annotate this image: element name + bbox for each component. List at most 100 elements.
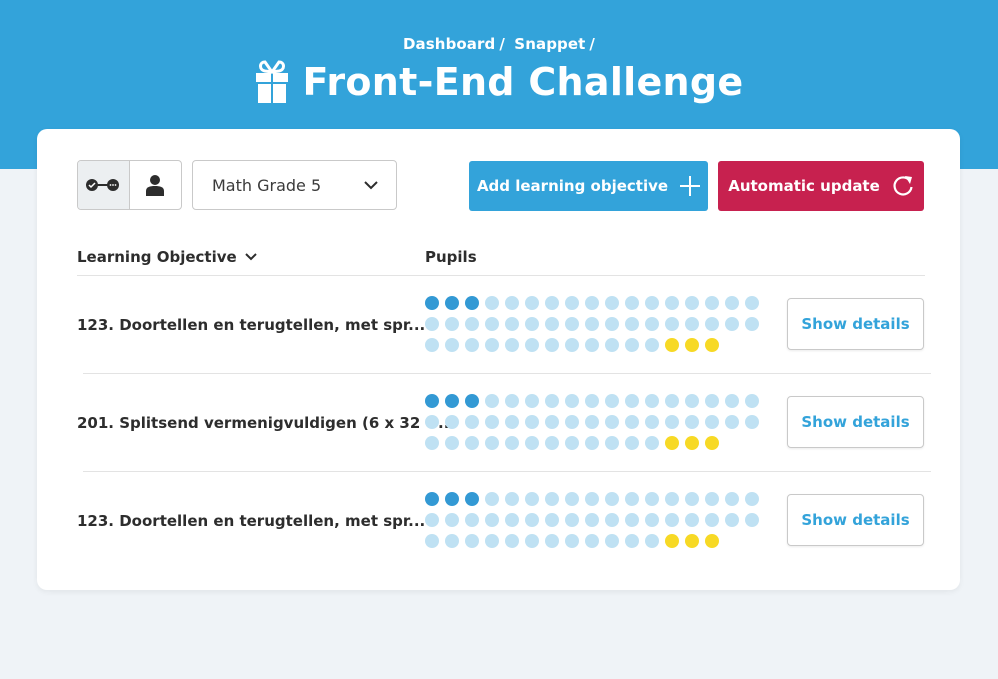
pupil-dot-strong [465, 296, 479, 310]
pupil-dot [525, 296, 539, 310]
show-details-button[interactable]: Show details [787, 298, 924, 350]
table-row: 201. Splitsend vermenigvuldigen (6 x 32 … [37, 374, 960, 472]
objectives-card: Math Grade 5 Add learning objective Auto… [37, 129, 960, 590]
show-details-button[interactable]: Show details [787, 396, 924, 448]
pupil-dot-strong [465, 394, 479, 408]
pupil-dot [485, 513, 499, 527]
title-row: Front-End Challenge [0, 60, 998, 104]
objectives-view-button[interactable] [78, 161, 130, 209]
pupil-dot [625, 534, 639, 548]
pupil-dot [425, 534, 439, 548]
pupil-dot [605, 492, 619, 506]
pupil-dot [445, 534, 459, 548]
pupil-dot [485, 317, 499, 331]
pupil-dot [505, 415, 519, 429]
pupil-dot [485, 415, 499, 429]
chevron-down-icon [364, 180, 378, 189]
pupil-dot [445, 436, 459, 450]
grade-select[interactable]: Math Grade 5 [192, 160, 397, 210]
show-details-button[interactable]: Show details [787, 494, 924, 546]
pupil-dot [605, 436, 619, 450]
pupil-dot [685, 415, 699, 429]
pupil-dot [525, 492, 539, 506]
pupil-dot [485, 394, 499, 408]
pupil-dot [425, 338, 439, 352]
person-icon [146, 175, 165, 196]
pupil-dot [745, 317, 759, 331]
pupil-dot [525, 436, 539, 450]
pupil-dot [645, 296, 659, 310]
pupil-dot [645, 394, 659, 408]
pupil-dot [505, 436, 519, 450]
pupil-dot [525, 415, 539, 429]
pupil-dot-strong [425, 296, 439, 310]
pupil-dot [645, 436, 659, 450]
pupil-dot [725, 513, 739, 527]
pupils-view-button[interactable] [130, 161, 182, 209]
pupil-dot [545, 338, 559, 352]
pupil-dot [585, 338, 599, 352]
pupil-dot [505, 338, 519, 352]
pupil-dot [645, 513, 659, 527]
pupil-dot [605, 338, 619, 352]
pupil-dot [625, 317, 639, 331]
pupil-dot [685, 394, 699, 408]
pupil-dot [585, 415, 599, 429]
pupil-dot [585, 296, 599, 310]
pupil-dot [705, 492, 719, 506]
pupil-dot [545, 513, 559, 527]
objective-label: 201. Splitsend vermenigvuldigen (6 x 32 … [77, 414, 456, 432]
pupil-dot [465, 513, 479, 527]
refresh-icon [893, 176, 913, 196]
pupil-dot [625, 394, 639, 408]
pupil-dot [585, 317, 599, 331]
pupil-dot [565, 513, 579, 527]
pupil-dot [665, 415, 679, 429]
pupil-dot [425, 415, 439, 429]
plus-icon [680, 176, 701, 196]
pupil-dot-strong [445, 296, 459, 310]
breadcrumb-snappet[interactable]: Snappet [514, 35, 585, 53]
page-title: Front-End Challenge [302, 60, 744, 104]
pupil-dot [545, 415, 559, 429]
pupil-dot [665, 296, 679, 310]
automatic-update-button[interactable]: Automatic update [718, 161, 924, 211]
pupil-dot [705, 415, 719, 429]
view-toggle [77, 160, 182, 210]
column-header-pupils: Pupils [425, 248, 477, 266]
pupil-dot [745, 394, 759, 408]
pupil-dot [645, 492, 659, 506]
add-button-label: Add learning objective [476, 177, 669, 195]
pupil-dot [445, 513, 459, 527]
pupil-dot [645, 317, 659, 331]
pupil-dot [565, 394, 579, 408]
pupil-dot [465, 317, 479, 331]
pupil-dot [565, 415, 579, 429]
pupil-dot [705, 296, 719, 310]
pupil-dot [605, 534, 619, 548]
breadcrumb-dashboard[interactable]: Dashboard [403, 35, 495, 53]
add-learning-objective-button[interactable]: Add learning objective [469, 161, 708, 211]
pupil-dot [485, 338, 499, 352]
grade-select-value: Math Grade 5 [212, 175, 322, 195]
pupil-dot [505, 317, 519, 331]
pupil-dot [465, 415, 479, 429]
pupil-dot [545, 394, 559, 408]
column-header-objective[interactable]: Learning Objective [77, 248, 257, 266]
pupil-dot [505, 492, 519, 506]
pupil-dot [565, 296, 579, 310]
pupil-dot [565, 436, 579, 450]
pupil-dot [725, 394, 739, 408]
pupil-dot [725, 296, 739, 310]
pupil-dot [625, 296, 639, 310]
pupil-dot [425, 436, 439, 450]
pupil-dot [565, 338, 579, 352]
pupil-dot [605, 296, 619, 310]
pupil-dot [525, 394, 539, 408]
pupil-dot [545, 492, 559, 506]
table-row: 123. Doortellen en terugtellen, met spr.… [37, 472, 960, 570]
pupil-dot [525, 534, 539, 548]
pupil-dot-attention [685, 436, 699, 450]
objectives-icon [86, 179, 120, 191]
pupil-dot [485, 296, 499, 310]
